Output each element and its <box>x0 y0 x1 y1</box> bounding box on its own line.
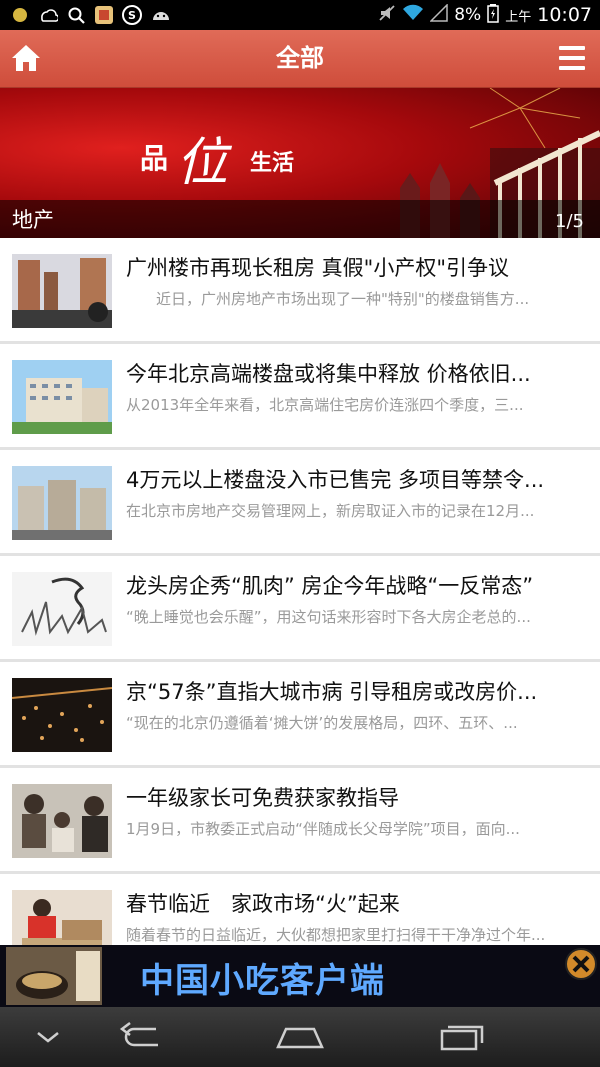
battery-percent: 8% <box>454 5 482 25</box>
recent-apps-button[interactable] <box>436 1019 486 1055</box>
article-thumbnail <box>12 360 112 434</box>
battery-icon <box>487 3 499 28</box>
mute-icon <box>378 4 396 27</box>
svg-text:位: 位 <box>176 133 233 188</box>
article-summary: 随着春节的日益临近，大伙都想把家里打扫得干干净净过个年... <box>126 926 546 944</box>
article-title: 春节临近 家政市场“火”起来 <box>126 892 400 916</box>
svg-text:品: 品 <box>140 142 168 175</box>
signal-icon <box>429 2 448 27</box>
article-summary: “现在的北京仍遵循着‘摊大饼’的发展格局，四环、五环、... <box>126 714 518 732</box>
system-nav-bar <box>0 1007 600 1067</box>
banner-logo: 品 位 生活 <box>140 128 360 193</box>
article-summary: 在北京市房地产交易管理网上，新房取证入市的记录在12月... <box>126 502 535 520</box>
home-button[interactable] <box>10 42 42 74</box>
article-thumbnail <box>12 466 112 540</box>
back-icon <box>119 1022 158 1047</box>
app-header: 全部 <box>0 30 600 88</box>
ampm-label: 上午 <box>505 9 532 25</box>
back-button[interactable] <box>116 1019 166 1055</box>
app-s-icon: S <box>122 5 142 25</box>
status-bar: S 8% 上午 10:07 <box>0 0 600 30</box>
chevron-down-icon <box>37 1032 59 1043</box>
home-icon <box>12 45 40 71</box>
article-title: 广州楼市再现长租房 真假"小产权"引争议 <box>126 256 509 280</box>
article-item[interactable]: 今年北京高端楼盘或将集中释放 价格依旧... 从2013年全年来看，北京高端住宅… <box>0 344 600 450</box>
android-icon <box>150 5 170 25</box>
banner-caption-bar <box>0 200 600 238</box>
ad-thumbnail <box>6 947 102 1005</box>
article-title: 4万元以上楼盘没入市已售完 多项目等禁令... <box>126 468 545 492</box>
menu-icon <box>559 46 585 70</box>
article-summary: 从2013年全年来看，北京高端住宅房价连涨四个季度，三... <box>126 396 524 414</box>
article-thumbnail <box>12 572 112 646</box>
article-item[interactable]: 京“57条”直指大城市病 引导租房或改房价... “现在的北京仍遵循着‘摊大饼’… <box>0 662 600 768</box>
home-nav-button[interactable] <box>272 1019 328 1055</box>
ad-text: 中国小吃客户端 <box>140 961 385 1001</box>
app-icon <box>94 5 114 25</box>
hide-keyboard-button[interactable] <box>30 1019 66 1055</box>
ad-close-button[interactable] <box>564 947 598 981</box>
article-summary: 1月9日，市教委正式启动“伴随成长父母学院”项目，面向... <box>126 820 520 838</box>
article-title: 一年级家长可免费获家教指导 <box>126 786 399 810</box>
featured-banner[interactable]: 品 位 生活 地产 1/5 <box>0 88 600 238</box>
article-item[interactable]: 龙头房企秀“肌肉” 房企今年战略“一反常态” “晚上睡觉也会乐醒”，用这句话来形… <box>0 556 600 662</box>
article-thumbnail <box>12 678 112 752</box>
wifi-icon <box>402 4 424 27</box>
svg-text:S: S <box>128 9 136 22</box>
notification-dot-icon <box>10 5 30 25</box>
search-icon <box>66 5 86 25</box>
article-item[interactable]: 4万元以上楼盘没入市已售完 多项目等禁令... 在北京市房地产交易管理网上，新房… <box>0 450 600 556</box>
ad-banner[interactable]: 中国小吃客户端 <box>0 945 600 1007</box>
home-outline-icon <box>276 1027 324 1049</box>
article-title: 京“57条”直指大城市病 引导租房或改房价... <box>126 680 538 704</box>
weather-icon <box>38 5 58 25</box>
banner-caption: 地产 <box>12 208 54 232</box>
banner-page-counter: 1/5 <box>555 211 584 232</box>
article-summary: 近日，广州房地产市场出现了一种"特别"的楼盘销售方... <box>126 290 530 308</box>
article-item[interactable]: 广州楼市再现长租房 真假"小产权"引争议 近日，广州房地产市场出现了一种"特别"… <box>0 238 600 344</box>
svg-text:生活: 生活 <box>250 150 294 176</box>
recent-apps-icon <box>440 1025 484 1051</box>
article-list: 广州楼市再现长租房 真假"小产权"引争议 近日，广州房地产市场出现了一种"特别"… <box>0 238 600 966</box>
close-icon <box>565 948 597 980</box>
menu-button[interactable] <box>558 44 586 72</box>
article-title: 龙头房企秀“肌肉” 房企今年战略“一反常态” <box>126 574 534 598</box>
page-title: 全部 <box>276 44 324 72</box>
clock: 10:07 <box>537 4 592 26</box>
article-thumbnail <box>12 254 112 328</box>
article-title: 今年北京高端楼盘或将集中释放 价格依旧... <box>126 362 531 386</box>
article-item[interactable]: 一年级家长可免费获家教指导 1月9日，市教委正式启动“伴随成长父母学院”项目，面… <box>0 768 600 874</box>
article-summary: “晚上睡觉也会乐醒”，用这句话来形容时下各大房企老总的... <box>126 608 531 626</box>
article-thumbnail <box>12 784 112 858</box>
